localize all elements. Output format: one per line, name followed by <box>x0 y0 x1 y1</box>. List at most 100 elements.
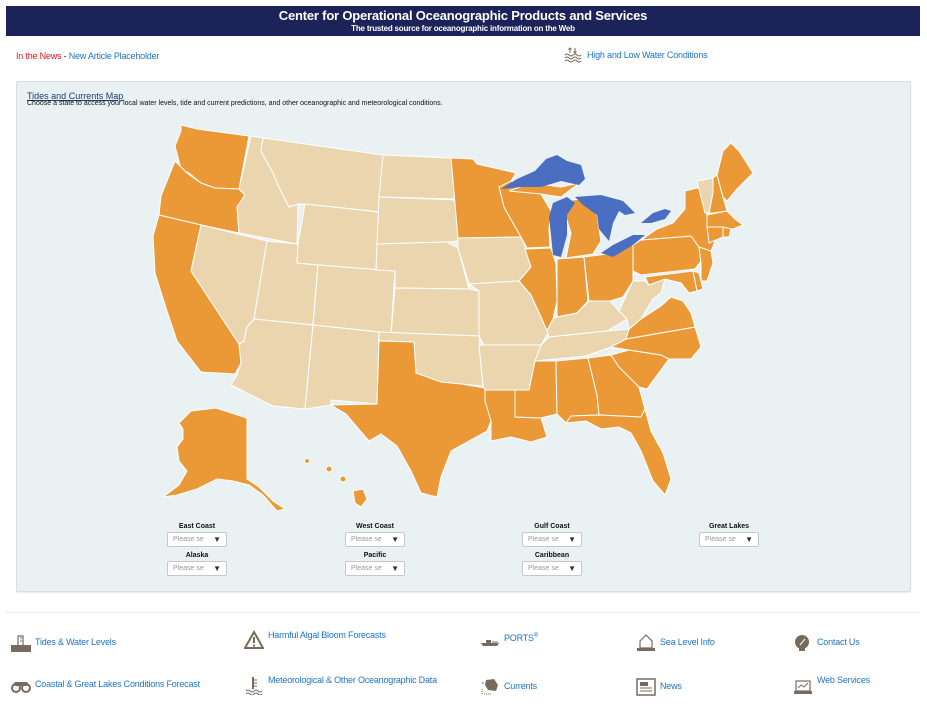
region-alaska: Alaska Please se ▼ <box>167 551 227 576</box>
currents-icon <box>481 679 498 695</box>
binoculars-icon <box>11 682 31 693</box>
link-sea-level-info[interactable]: Sea Level Info <box>636 633 715 653</box>
state-MA[interactable] <box>706 210 745 230</box>
select-placeholder: Please se <box>528 565 559 572</box>
state-RI[interactable] <box>722 226 732 238</box>
link-label: Tides & Water Levels <box>35 637 116 647</box>
state-ME[interactable] <box>716 142 754 202</box>
state-NM[interactable] <box>304 324 380 410</box>
dropdown-arrow-icon: ▼ <box>745 535 753 544</box>
region-west-coast: West Coast Please se ▼ <box>345 522 405 547</box>
site-header-banner: Center for Operational Oceanographic Pro… <box>6 6 920 36</box>
region-great-lakes: Great Lakes Please se ▼ <box>699 522 759 547</box>
contact-icon <box>795 635 809 651</box>
state-HI[interactable] <box>352 488 368 508</box>
link-contact-us[interactable]: Contact Us <box>793 633 860 653</box>
news-icon <box>636 678 656 696</box>
dropdown-arrow-icon: ▼ <box>391 535 399 544</box>
dropdown-arrow-icon: ▼ <box>568 535 576 544</box>
link-harmful-algal-bloom[interactable]: Harmful Algal Bloom Forecasts <box>244 630 386 650</box>
select-placeholder: Please se <box>351 565 382 572</box>
state-PA[interactable] <box>632 235 702 276</box>
tide-arrows-icon <box>564 47 582 63</box>
link-coastal-great-lakes-forecast[interactable]: Coastal & Great Lakes Conditions Forecas… <box>11 675 200 695</box>
select-placeholder: Please se <box>351 536 382 543</box>
state-SD[interactable] <box>376 196 459 245</box>
site-title: Center for Operational Oceanographic Pro… <box>278 8 648 23</box>
link-label: Harmful Algal Bloom Forecasts <box>268 630 386 640</box>
region-label: East Coast <box>178 523 216 530</box>
select-placeholder: Please se <box>528 536 559 543</box>
news-article-link[interactable]: New Article Placeholder <box>69 51 160 61</box>
state-HI-oahu[interactable] <box>325 465 333 473</box>
news-line: In the News - New Article Placeholder <box>16 51 159 61</box>
state-KS[interactable] <box>390 287 480 337</box>
tides-currents-map-panel: Tides and Currents Map Choose a state to… <box>16 81 911 592</box>
link-web-services[interactable]: Web Services <box>793 675 870 695</box>
link-news[interactable]: News <box>636 677 682 697</box>
east-coast-select[interactable]: Please se ▼ <box>167 532 227 547</box>
news-label: In the News <box>16 51 62 61</box>
footer-divider <box>6 612 920 613</box>
link-tides-water-levels[interactable]: Tides & Water Levels <box>11 633 116 653</box>
region-pacific: Pacific Please se ▼ <box>345 551 405 576</box>
news-separator: - <box>61 51 69 61</box>
select-placeholder: Please se <box>173 536 204 543</box>
ship-icon <box>481 640 499 646</box>
state-CT[interactable] <box>706 226 724 244</box>
region-label: Gulf Coast <box>534 523 570 530</box>
state-HI-kauai[interactable] <box>304 458 310 464</box>
pacific-select[interactable]: Please se ▼ <box>345 561 405 576</box>
thermometer-icon <box>245 677 263 695</box>
state-FL[interactable] <box>564 407 672 496</box>
region-label: Caribbean <box>534 552 570 559</box>
region-gulf-coast: Gulf Coast Please se ▼ <box>522 522 582 547</box>
dropdown-arrow-icon: ▼ <box>391 564 399 573</box>
dropdown-arrow-icon: ▼ <box>213 564 221 573</box>
region-label: West Coast <box>356 523 394 530</box>
region-label: Pacific <box>363 552 387 559</box>
link-label: Contact Us <box>817 637 860 647</box>
link-label: Sea Level Info <box>660 637 715 647</box>
link-label: Coastal & Great Lakes Conditions Forecas… <box>35 679 200 689</box>
region-label: Alaska <box>185 552 209 559</box>
registered-mark: ® <box>533 633 539 639</box>
caribbean-select[interactable]: Please se ▼ <box>522 561 582 576</box>
link-ports[interactable]: PORTS® <box>480 633 538 653</box>
link-label: Currents <box>504 681 537 691</box>
select-placeholder: Please se <box>173 565 204 572</box>
alaska-select[interactable]: Please se ▼ <box>167 561 227 576</box>
link-label: Web Services <box>817 675 870 685</box>
region-east-coast: East Coast Please se ▼ <box>167 522 227 547</box>
sea-level-icon <box>637 634 655 651</box>
state-CO[interactable] <box>312 264 396 334</box>
us-states-map <box>152 124 754 512</box>
gulf-coast-select[interactable]: Please se ▼ <box>522 532 582 547</box>
region-caribbean: Caribbean Please se ▼ <box>522 551 582 576</box>
state-NJ[interactable] <box>698 246 714 282</box>
state-IA[interactable] <box>457 236 532 285</box>
web-services-icon <box>794 680 812 694</box>
link-label: PORTS® <box>504 633 538 643</box>
high-low-water-link[interactable]: High and Low Water Conditions <box>563 47 708 63</box>
west-coast-select[interactable]: Please se ▼ <box>345 532 405 547</box>
link-label: News <box>660 681 682 691</box>
lake-ontario <box>641 209 671 223</box>
region-label: Great Lakes <box>708 523 750 530</box>
link-meteorological-data[interactable]: Meteorological & Other Oceanographic Dat… <box>244 675 437 695</box>
warning-icon <box>244 630 264 649</box>
state-HI-maui[interactable] <box>339 475 347 483</box>
site-subtitle: The trusted source for oceanographic inf… <box>351 24 575 33</box>
tide-gauge-icon <box>11 635 31 652</box>
dropdown-arrow-icon: ▼ <box>568 564 576 573</box>
high-low-water-label[interactable]: High and Low Water Conditions <box>587 50 708 60</box>
select-placeholder: Please se <box>705 536 736 543</box>
link-currents[interactable]: Currents <box>480 677 537 697</box>
ports-text: PORTS <box>504 633 534 643</box>
dropdown-arrow-icon: ▼ <box>213 535 221 544</box>
state-ND[interactable] <box>378 154 458 200</box>
great-lakes-select[interactable]: Please se ▼ <box>699 532 759 547</box>
state-WY[interactable] <box>296 203 380 271</box>
state-AK[interactable] <box>162 407 287 512</box>
link-label: Meteorological & Other Oceanographic Dat… <box>268 675 437 685</box>
